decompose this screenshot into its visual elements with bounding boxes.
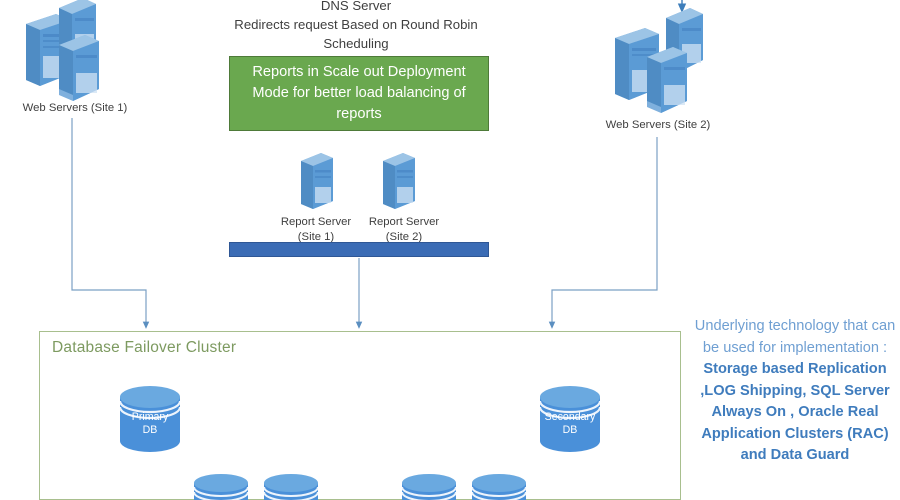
report-server-site2-tower: [383, 153, 415, 209]
connector-web1-to-cluster: [71, 118, 150, 329]
dns-server-caption: DNS Server Redirects request Based on Ro…: [234, 0, 478, 51]
underlying-technology-lead: Underlying technology that can be used f…: [694, 318, 896, 356]
database-failover-cluster-title: Database Failover Cluster: [52, 339, 237, 356]
secondary-db-cylinder: Secondary DB: [537, 385, 603, 453]
storage-cylinder-2: [263, 474, 319, 500]
storage-cylinder-3: [401, 474, 457, 500]
web-servers-site1-label: Web Servers (Site 1): [22, 102, 128, 114]
report-server-site1-label: Report Server (Site 1): [280, 216, 352, 243]
web-server-site2-tower-c: [647, 47, 687, 113]
scale-out-callout-box: Reports in Scale out Deployment Mode for…: [229, 56, 489, 131]
web-servers-site2-label: Web Servers (Site 2): [605, 119, 711, 131]
underlying-technology-list: Storage based Replication ,LOG Shipping,…: [700, 361, 890, 463]
report-server-site2-label: Report Server (Site 2): [368, 216, 440, 243]
web-server-site1-tower-c: [59, 35, 99, 101]
underlying-technology-note: Underlying technology that can be used f…: [694, 316, 896, 467]
connector-web2-to-cluster: [548, 137, 658, 329]
storage-cylinder-1: [193, 474, 249, 500]
primary-db-cylinder: Primary DB: [117, 385, 183, 453]
diagram-canvas: DNS Server Redirects request Based on Ro…: [0, 0, 900, 500]
storage-cylinder-4: [471, 474, 527, 500]
report-server-load-balancer-bar: [229, 242, 489, 257]
report-server-site1-tower: [301, 153, 333, 209]
